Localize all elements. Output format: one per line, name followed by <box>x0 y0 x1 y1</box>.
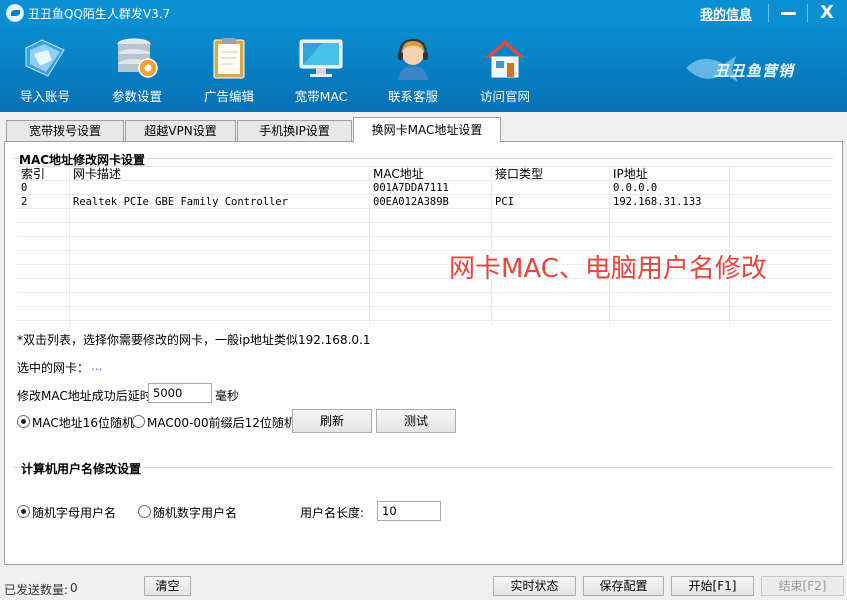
adapter-list[interactable]: 索引 网卡描述 MAC地址 接口类型 IP地址 0 001A7DDA7111 0… <box>17 166 832 327</box>
import-account-button[interactable]: 导入账号 <box>2 32 88 108</box>
table-header: 索引 网卡描述 MAC地址 接口类型 IP地址 <box>17 167 832 181</box>
hint-text: *双击列表，选择你需要修改的网卡，一般ip地址类似192.168.0.1 <box>17 333 371 347</box>
table-row[interactable]: 0 001A7DDA7111 0.0.0.0 <box>17 181 832 195</box>
title-bar: 丑丑鱼QQ陌生人群发V3.7 我的信息 X <box>0 0 847 26</box>
test-button[interactable]: 测试 <box>376 409 456 433</box>
empty-row <box>17 307 832 321</box>
username-length-label: 用户名长度: <box>300 506 365 520</box>
title-separator <box>768 4 769 22</box>
cell-mac: 00EA012A389B <box>373 196 449 208</box>
monitor-icon <box>299 39 343 77</box>
tab-vpn[interactable]: 超越VPN设置 <box>125 120 236 142</box>
tab-strip: 宽带拨号设置 超越VPN设置 手机换IP设置 换网卡MAC地址设置 <box>0 112 847 143</box>
my-info-link[interactable]: 我的信息 <box>700 4 752 23</box>
cell-ip: 192.168.31.133 <box>613 196 702 208</box>
contact-support-button[interactable]: 联系客服 <box>370 32 456 108</box>
selected-adapter-label: 选中的网卡： <box>17 361 90 375</box>
mac-16-random-label[interactable]: MAC地址16位随机 <box>32 414 134 431</box>
empty-row <box>17 209 832 223</box>
folder-import-icon <box>25 39 65 77</box>
empty-row <box>17 293 832 307</box>
window-title: 丑丑鱼QQ陌生人群发V3.7 <box>28 7 171 21</box>
status-bar: 已发送数量: 0 清空 实时状态 保存配置 开始[F1] 结束[F2] <box>0 572 847 600</box>
mac-16-random-radio[interactable] <box>17 415 30 428</box>
realtime-status-button[interactable]: 实时状态 <box>493 576 576 596</box>
empty-row <box>17 223 832 237</box>
delay-unit-label: 毫秒 <box>215 389 240 403</box>
start-button[interactable]: 开始[F1] <box>671 576 754 596</box>
server-gear-icon <box>117 38 158 78</box>
col-header-mac[interactable]: MAC地址 <box>373 167 424 181</box>
mac-prefix-random-radio[interactable] <box>132 415 145 428</box>
tab-mobile-ip[interactable]: 手机换IP设置 <box>237 120 352 142</box>
title-separator <box>807 4 808 22</box>
clipboard-icon <box>213 38 245 79</box>
mac-prefix-random-label[interactable]: MAC00-00前缀后12位随机 <box>147 414 296 431</box>
random-number-username-label[interactable]: 随机数字用户名 <box>153 504 237 521</box>
house-icon <box>485 40 525 78</box>
random-letter-username-label[interactable]: 随机字母用户名 <box>32 504 116 521</box>
username-group-title: 计算机用户名修改设置 <box>21 460 144 477</box>
cell-index: 0 <box>21 182 28 194</box>
save-config-button[interactable]: 保存配置 <box>583 576 664 596</box>
headset-agent-icon <box>398 38 428 80</box>
tab-broadband-dial[interactable]: 宽带拨号设置 <box>6 120 124 142</box>
stop-button[interactable]: 结束[F2] <box>761 576 844 596</box>
col-header-description[interactable]: 网卡描述 <box>73 167 121 181</box>
table-row[interactable]: 2 Realtek PCIe GBE Family Controller 00E… <box>17 195 832 209</box>
app-logo-icon <box>6 4 24 22</box>
cell-ip: 0.0.0.0 <box>613 182 658 194</box>
random-letter-username-radio[interactable] <box>17 505 30 518</box>
parameter-settings-button[interactable]: 参数设置 <box>94 32 180 108</box>
visit-website-button[interactable]: 访问官网 <box>462 32 548 108</box>
cell-interface: PCI <box>495 196 514 208</box>
col-header-index[interactable]: 索引 <box>21 167 45 181</box>
random-number-username-radio[interactable] <box>138 505 151 518</box>
cell-description: Realtek PCIe GBE Family Controller <box>73 196 288 208</box>
cell-index: 2 <box>21 196 28 208</box>
refresh-button[interactable]: 刷新 <box>292 409 372 433</box>
watermark-text: 网卡MAC、电脑用户名修改 <box>449 254 767 284</box>
mac-settings-panel: MAC地址修改网卡设置 索引 网卡描述 MAC地址 接口类型 IP地址 0 00… <box>4 141 843 565</box>
tab-mac-address[interactable]: 换网卡MAC地址设置 <box>353 117 501 143</box>
clear-button[interactable]: 清空 <box>144 576 191 596</box>
selected-adapter-value: ... <box>91 359 103 373</box>
main-toolbar: 导入账号 参数设置 广告编辑 宽带MAC 联系客服 访问官网 丑丑鱼营销 <box>0 26 847 112</box>
sent-count-value: 0 <box>70 581 78 595</box>
minimize-icon[interactable] <box>778 2 800 22</box>
delay-input[interactable] <box>148 383 212 403</box>
col-header-ip[interactable]: IP地址 <box>613 167 648 181</box>
close-icon[interactable]: X <box>816 0 838 24</box>
cell-mac: 001A7DDA7111 <box>373 182 449 194</box>
broadband-mac-button[interactable]: 宽带MAC <box>278 32 364 108</box>
ad-edit-button[interactable]: 广告编辑 <box>186 32 272 108</box>
col-header-interface[interactable]: 接口类型 <box>495 167 543 181</box>
brand-logo: 丑丑鱼营销 <box>680 42 810 98</box>
username-length-input[interactable] <box>377 501 441 521</box>
delay-label: 修改MAC地址成功后延时 <box>17 389 152 403</box>
sent-count-label: 已发送数量: <box>4 583 69 597</box>
